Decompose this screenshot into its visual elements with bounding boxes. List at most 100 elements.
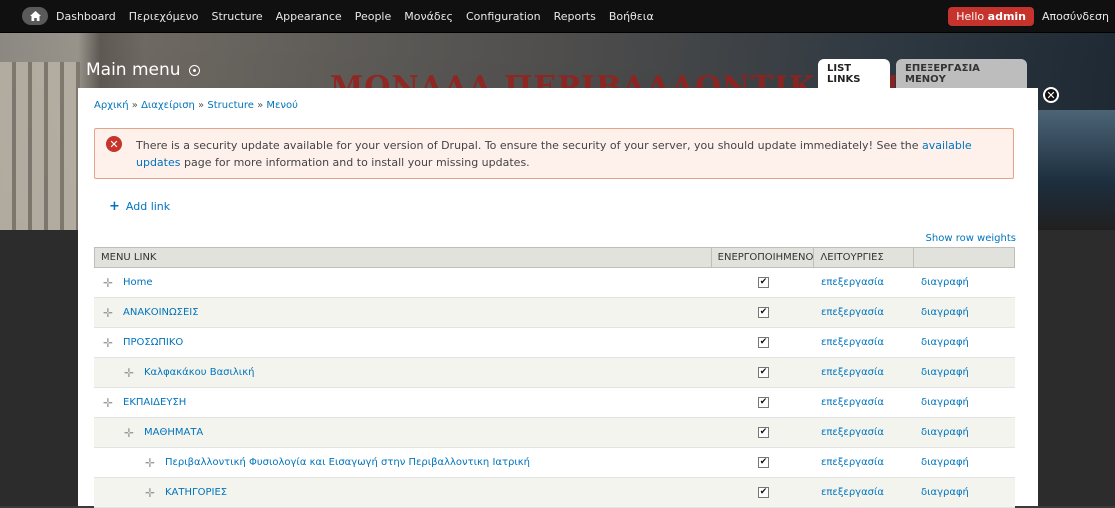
drag-handle-icon[interactable]: ✛ xyxy=(144,486,156,500)
plus-icon: + xyxy=(109,199,120,214)
toolbar-menu-item[interactable]: Μονάδες xyxy=(404,10,453,23)
enabled-cell: ✔ xyxy=(712,268,815,297)
table-body: ✛ Home ✔ επεξεργασία διαγραφή ✛ ΑΝΑΚΟΙΝΩΣΕΙΣ ✔ ε… xyxy=(94,268,1015,508)
delete-link[interactable]: διαγραφή xyxy=(921,427,969,438)
background-building-photo xyxy=(0,62,80,232)
drag-handle-icon[interactable]: ✛ xyxy=(102,276,114,290)
menu-links-table: MENU LINK ΕΝΕΡΓΟΠΟΙΗΜΕΝΟ ΛΕΙΤΟΥΡΓΙΕΣ ✛ Ho… xyxy=(94,247,1015,508)
show-row-weights-link[interactable]: Show row weights xyxy=(926,233,1016,244)
delete-link[interactable]: διαγραφή xyxy=(921,277,969,288)
logout-link[interactable]: Αποσύνδεση xyxy=(1042,10,1109,23)
toolbar-menu-item[interactable]: Structure xyxy=(211,10,262,23)
toolbar-menu-item[interactable]: Appearance xyxy=(276,10,342,23)
edit-link[interactable]: επεξεργασία xyxy=(821,397,884,408)
menu-link-title[interactable]: ΜΑΘΗΜΑΤΑ xyxy=(144,427,203,438)
delete-link[interactable]: διαγραφή xyxy=(921,307,969,318)
overlay-title: Main menu xyxy=(86,60,200,80)
toolbar-menu-item[interactable]: Βοήθεια xyxy=(609,10,654,23)
edit-cell: επεξεργασία xyxy=(815,478,915,507)
error-icon: ✕ xyxy=(106,136,122,152)
menu-link-title[interactable]: Καλφακάκου Βασιλική xyxy=(144,367,254,378)
toolbar-menu-item[interactable]: Configuration xyxy=(466,10,541,23)
delete-cell: διαγραφή xyxy=(915,298,1015,327)
toolbar-menu-item[interactable]: People xyxy=(355,10,392,23)
message-text-end: page for more information and to install… xyxy=(180,156,530,169)
drag-handle-icon[interactable]: ✛ xyxy=(123,366,135,380)
edit-cell: επεξεργασία xyxy=(815,328,915,357)
toolbar-menu-item[interactable]: Dashboard xyxy=(56,10,116,23)
username: admin xyxy=(987,9,1027,23)
breadcrumb-separator: » xyxy=(253,100,267,111)
delete-cell: διαγραφή xyxy=(915,328,1015,357)
drag-handle-icon[interactable]: ✛ xyxy=(102,396,114,410)
breadcrumb-admin[interactable]: Διαχείριση xyxy=(141,100,195,111)
delete-cell: διαγραφή xyxy=(915,478,1015,507)
shortcut-icon[interactable] xyxy=(188,64,200,76)
menu-link-cell: ✛ ΕΚΠΑΙΔΕΥΣΗ xyxy=(94,388,712,417)
menu-link-cell: ✛ Home xyxy=(94,268,712,297)
table-row: ✛ ΑΝΑΚΟΙΝΩΣΕΙΣ ✔ επεξεργασία διαγραφή xyxy=(94,298,1015,328)
edit-link[interactable]: επεξεργασία xyxy=(821,457,884,468)
edit-cell: επεξεργασία xyxy=(815,358,915,387)
breadcrumb-structure[interactable]: Structure xyxy=(207,100,254,111)
menu-link-cell: ✛ Καλφακάκου Βασιλική xyxy=(94,358,712,387)
delete-link[interactable]: διαγραφή xyxy=(921,337,969,348)
enabled-cell: ✔ xyxy=(712,388,815,417)
enabled-checkbox[interactable]: ✔ xyxy=(758,427,769,438)
table-row: ✛ Home ✔ επεξεργασία διαγραφή xyxy=(94,268,1015,298)
toolbar-menu-item[interactable]: Περιεχόμενο xyxy=(129,10,199,23)
drag-handle-icon[interactable]: ✛ xyxy=(102,306,114,320)
enabled-checkbox[interactable]: ✔ xyxy=(758,277,769,288)
error-message-text: There is a security update available for… xyxy=(136,137,1011,171)
menu-link-title[interactable]: ΕΚΠΑΙΔΕΥΣΗ xyxy=(123,397,186,408)
menu-link-title[interactable]: ΠΡΟΣΩΠΙΚΟ xyxy=(123,337,183,348)
tab-list-links[interactable]: LIST LINKS xyxy=(818,59,890,88)
delete-cell: διαγραφή xyxy=(915,448,1015,477)
enabled-cell: ✔ xyxy=(712,358,815,387)
menu-link-cell: ✛ Περιβαλλοντική Φυσιολογία και Εισαγωγή … xyxy=(94,448,712,477)
home-button[interactable] xyxy=(22,7,48,25)
menu-link-title[interactable]: Περιβαλλοντική Φυσιολογία και Εισαγωγή σ… xyxy=(165,457,530,468)
delete-link[interactable]: διαγραφή xyxy=(921,487,969,498)
close-icon: ✕ xyxy=(1046,88,1056,102)
enabled-checkbox[interactable]: ✔ xyxy=(758,307,769,318)
menu-link-title[interactable]: Home xyxy=(123,277,153,288)
enabled-checkbox[interactable]: ✔ xyxy=(758,337,769,348)
drag-handle-icon[interactable]: ✛ xyxy=(123,426,135,440)
breadcrumb-home[interactable]: Αρχική xyxy=(94,100,129,111)
drag-handle-icon[interactable]: ✛ xyxy=(144,456,156,470)
table-row: ✛ ΕΚΠΑΙΔΕΥΣΗ ✔ επεξεργασία διαγραφή xyxy=(94,388,1015,418)
enabled-checkbox[interactable]: ✔ xyxy=(758,397,769,408)
table-row: ✛ ΜΑΘΗΜΑΤΑ ✔ επεξεργασία διαγραφή xyxy=(94,418,1015,448)
delete-cell: διαγραφή xyxy=(915,418,1015,447)
tab-edit-menu[interactable]: ΕΠΕΞΕΡΓΑΣΙΑ ΜΕΝΟΥ xyxy=(896,59,1027,88)
greeting-text: Hello xyxy=(956,9,988,23)
menu-link-title[interactable]: ΑΝΑΚΟΙΝΩΣΕΙΣ xyxy=(123,307,199,318)
edit-link[interactable]: επεξεργασία xyxy=(821,337,884,348)
enabled-checkbox[interactable]: ✔ xyxy=(758,457,769,468)
enabled-checkbox[interactable]: ✔ xyxy=(758,487,769,498)
drag-handle-icon[interactable]: ✛ xyxy=(102,336,114,350)
breadcrumb-menus[interactable]: Μενού xyxy=(266,100,298,111)
edit-link[interactable]: επεξεργασία xyxy=(821,427,884,438)
delete-link[interactable]: διαγραφή xyxy=(921,457,969,468)
error-message: ✕ There is a security update available f… xyxy=(94,128,1014,179)
edit-link[interactable]: επεξεργασία xyxy=(821,307,884,318)
table-row: ✛ Περιβαλλοντική Φυσιολογία και Εισαγωγή … xyxy=(94,448,1015,478)
edit-link[interactable]: επεξεργασία xyxy=(821,367,884,378)
toolbar-menu-item[interactable]: Reports xyxy=(554,10,596,23)
column-header-enabled: ΕΝΕΡΓΟΠΟΙΗΜΕΝΟ xyxy=(712,248,815,267)
add-link-action[interactable]: + Add link xyxy=(109,200,170,213)
menu-link-title[interactable]: ΚΑΤΗΓΟΡΙΕΣ xyxy=(165,487,227,498)
delete-link[interactable]: διαγραφή xyxy=(921,367,969,378)
enabled-checkbox[interactable]: ✔ xyxy=(758,367,769,378)
table-header: MENU LINK ΕΝΕΡΓΟΠΟΙΗΜΕΝΟ ΛΕΙΤΟΥΡΓΙΕΣ xyxy=(94,247,1015,268)
user-greeting[interactable]: Hello admin xyxy=(948,6,1035,26)
close-overlay-button[interactable]: ✕ xyxy=(1043,87,1059,103)
menu-link-cell: ✛ ΜΑΘΗΜΑΤΑ xyxy=(94,418,712,447)
edit-link[interactable]: επεξεργασία xyxy=(821,487,884,498)
delete-link[interactable]: διαγραφή xyxy=(921,397,969,408)
breadcrumb-separator: » xyxy=(194,100,208,111)
edit-link[interactable]: επεξεργασία xyxy=(821,277,884,288)
menu-link-cell: ✛ ΠΡΟΣΩΠΙΚΟ xyxy=(94,328,712,357)
